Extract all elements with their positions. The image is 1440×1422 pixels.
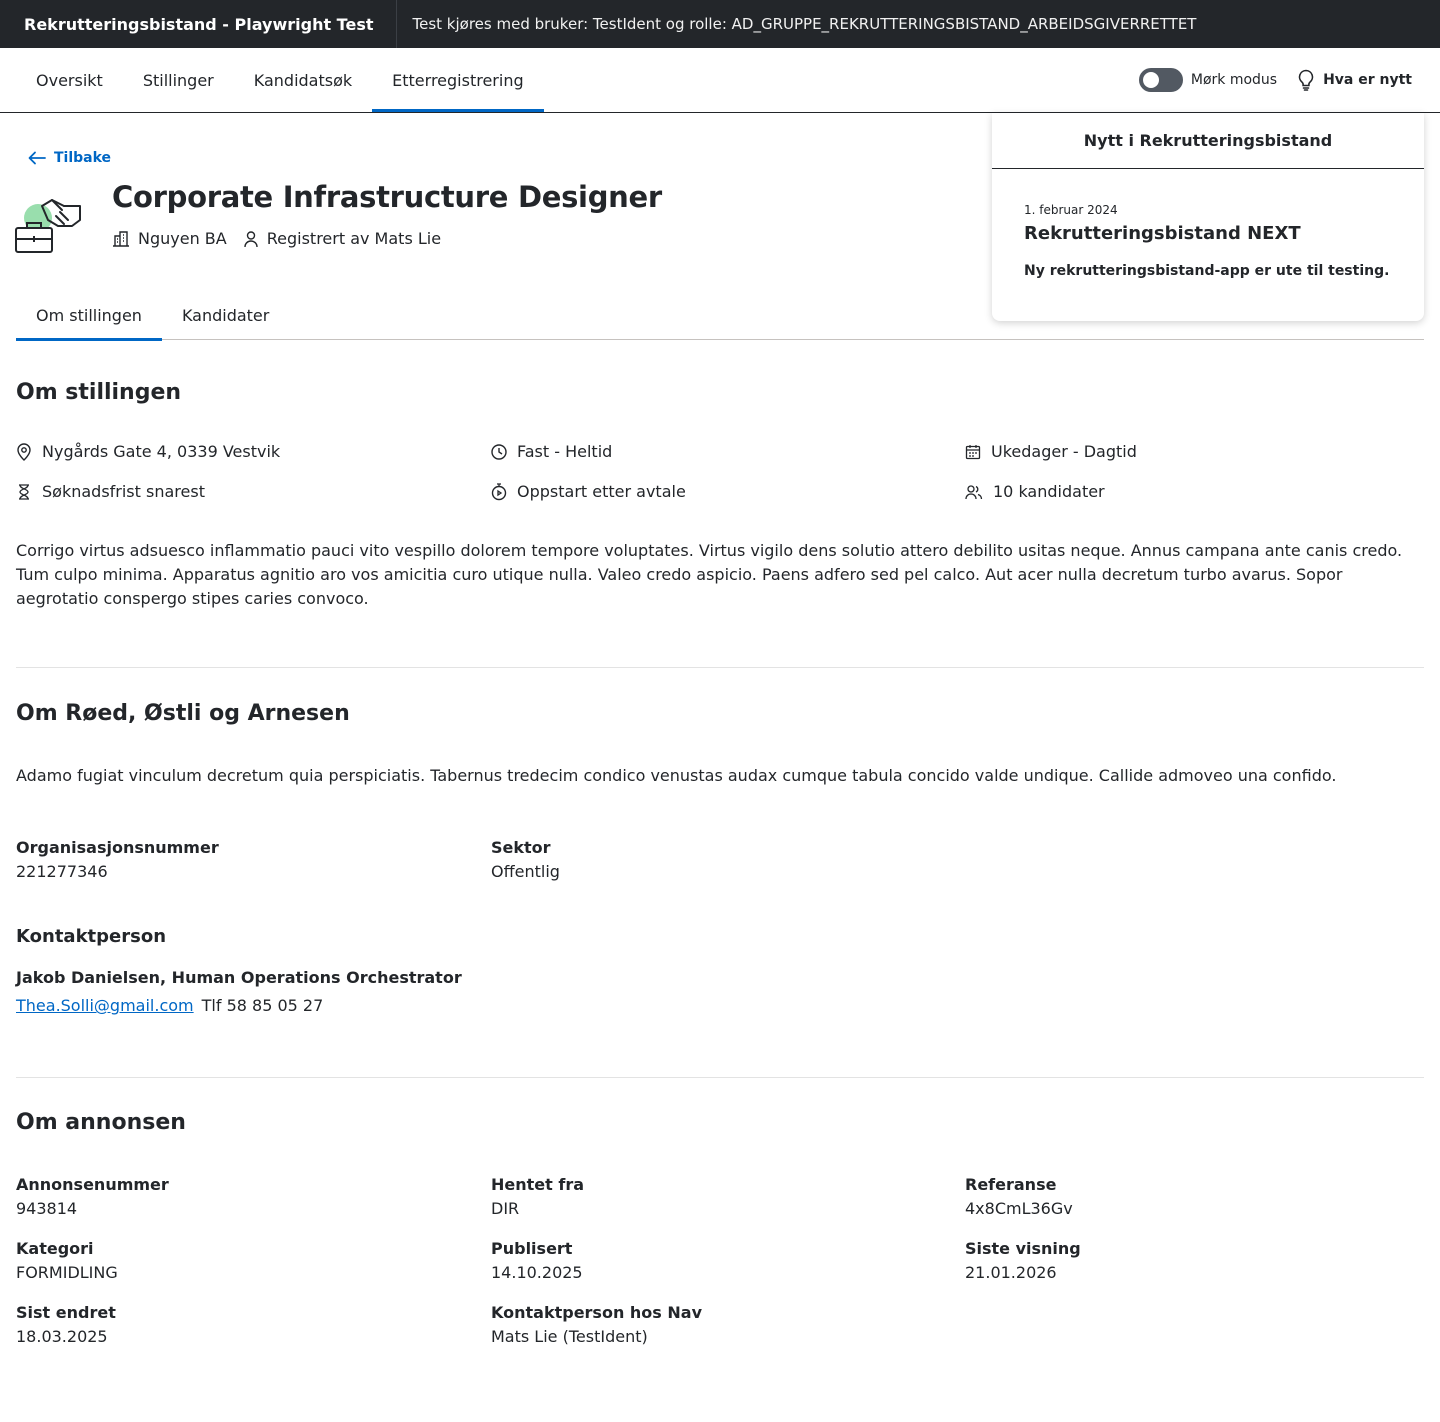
toggle-knob <box>1142 72 1159 88</box>
nav-tab-etterregistrering[interactable]: Etterregistrering <box>372 48 545 112</box>
whats-new-button[interactable]: Hva er nytt <box>1297 69 1412 91</box>
ad-field-value: 18.03.2025 <box>16 1327 108 1346</box>
fact-deadline-text: Søknadsfrist snarest <box>42 482 205 501</box>
news-date: 1. februar 2024 <box>1024 203 1118 217</box>
fact-workdays-text: Ukedager - Dagtid <box>991 442 1137 461</box>
handshake-briefcase-icon <box>15 199 81 253</box>
ad-field-value: FORMIDLING <box>16 1263 118 1282</box>
registered-by-info: Registrert av Mats Lie <box>243 229 441 248</box>
whats-new-label: Hva er nytt <box>1323 72 1412 88</box>
ad-field-label: Kontaktperson hos Nav <box>491 1303 702 1322</box>
back-label: Tilbake <box>54 150 112 166</box>
sector-value: Offentlig <box>491 862 560 881</box>
nav-right: Mørk modus Hva er nytt <box>1138 48 1412 112</box>
clock-icon <box>491 443 507 460</box>
building-icon <box>113 230 129 247</box>
ad-field-value: 943814 <box>16 1199 78 1218</box>
section-divider <box>16 667 1424 668</box>
stopwatch-icon <box>491 482 507 500</box>
top-bar: Rekrutteringsbistand - Playwright Test T… <box>0 0 1440 48</box>
ad-field-sist-endret: Sist endret 18.03.2025 <box>16 1301 116 1349</box>
ad-field-label: Siste visning <box>965 1239 1081 1258</box>
dark-mode-toggle[interactable] <box>1138 68 1183 92</box>
news-panel-title: Nytt i Rekrutteringsbistand <box>992 113 1424 169</box>
ad-field-label: Sist endret <box>16 1303 116 1322</box>
contact-phone: Tlf 58 85 05 27 <box>201 996 324 1015</box>
sector-field: Sektor Offentlig <box>491 836 560 884</box>
calendar-icon <box>965 444 981 459</box>
ad-field-siste-visning: Siste visning 21.01.2026 <box>965 1237 1081 1285</box>
contact-details: Thea.Solli@gmail.com Tlf 58 85 05 27 <box>16 996 323 1015</box>
ad-field-publisert: Publisert 14.10.2025 <box>491 1237 583 1285</box>
fact-candidates-text: 10 kandidater <box>993 482 1105 501</box>
tab-kandidater[interactable]: Kandidater <box>162 290 289 340</box>
ad-field-value: 14.10.2025 <box>491 1263 583 1282</box>
ad-field-hentet-fra: Hentet fra DIR <box>491 1173 584 1221</box>
fact-workdays: Ukedager - Dagtid <box>965 442 1137 461</box>
location-pin-icon <box>17 442 31 461</box>
fact-candidates: 10 kandidater <box>965 482 1105 501</box>
ad-field-annonsenummer: Annonsenummer 943814 <box>16 1173 169 1221</box>
ad-field-kategori: Kategori FORMIDLING <box>16 1237 118 1285</box>
orgnr-value: 221277346 <box>16 862 108 881</box>
section-heading-employer: Om Røed, Østli og Arnesen <box>16 701 350 726</box>
employer-info: Nguyen BA <box>112 229 227 248</box>
nav-tab-stillinger[interactable]: Stillinger <box>123 48 234 112</box>
orgnr-field: Organisasjonsnummer 221277346 <box>16 836 219 884</box>
news-text: Ny rekrutteringsbistand-app er ute til t… <box>1024 263 1390 279</box>
section-heading-om-stillingen: Om stillingen <box>16 380 182 405</box>
section-heading-om-annonsen: Om annonsen <box>16 1110 186 1135</box>
dark-mode-label[interactable]: Mørk modus <box>1191 72 1277 88</box>
job-description: Corrigo virtus adsuesco inflammatio pauc… <box>16 541 1403 608</box>
nav-tabs: Oversikt Stillinger Kandidatsøk Etterreg… <box>16 48 545 112</box>
person-icon <box>244 230 258 247</box>
whats-new-panel: Nytt i Rekrutteringsbistand 1. februar 2… <box>992 113 1424 321</box>
news-headline: Rekrutteringsbistand NEXT <box>1024 223 1301 244</box>
nav-tab-oversikt[interactable]: Oversikt <box>16 48 123 112</box>
nav-tab-kandidatsok[interactable]: Kandidatsøk <box>234 48 372 112</box>
ad-field-label: Referanse <box>965 1175 1057 1194</box>
ad-field-kontaktperson-nav: Kontaktperson hos Nav Mats Lie (TestIden… <box>491 1301 702 1349</box>
app-title[interactable]: Rekrutteringsbistand - Playwright Test <box>0 0 397 48</box>
ad-field-referanse: Referanse 4x8CmL36Gv <box>965 1173 1073 1221</box>
job-title: Corporate Infrastructure Designer <box>112 180 662 214</box>
sector-label: Sektor <box>491 838 551 857</box>
ad-field-label: Kategori <box>16 1239 94 1258</box>
fact-address-text: Nygårds Gate 4, 0339 Vestvik <box>42 442 281 461</box>
employer-description: Adamo fugiat vinculum decretum quia pers… <box>16 766 1337 785</box>
job-meta: Nguyen BA Registrert av Mats Lie <box>112 229 457 248</box>
fact-address: Nygårds Gate 4, 0339 Vestvik <box>16 442 280 461</box>
ad-field-value: Mats Lie (TestIdent) <box>491 1327 648 1346</box>
employer-name: Nguyen BA <box>138 229 227 248</box>
fact-deadline: Søknadsfrist snarest <box>16 482 205 501</box>
people-icon <box>965 484 983 499</box>
tab-om-stillingen[interactable]: Om stillingen <box>16 290 162 341</box>
registered-by: Registrert av Mats Lie <box>266 229 442 248</box>
ad-field-value: 4x8CmL36Gv <box>965 1199 1073 1218</box>
fact-start-text: Oppstart etter avtale <box>517 482 686 501</box>
contact-email-link[interactable]: Thea.Solli@gmail.com <box>16 996 194 1015</box>
fact-employment-text: Fast - Heltid <box>517 442 613 461</box>
ad-field-label: Publisert <box>491 1239 573 1258</box>
lightbulb-icon <box>1298 69 1314 91</box>
test-user-info: Test kjøres med bruker: TestIdent og rol… <box>412 15 1197 33</box>
orgnr-label: Organisasjonsnummer <box>16 838 219 857</box>
fact-start: Oppstart etter avtale <box>491 482 686 501</box>
ad-field-value: DIR <box>491 1199 520 1218</box>
arrow-left-icon <box>28 151 46 165</box>
ad-field-label: Hentet fra <box>491 1175 584 1194</box>
contact-name: Jakob Danielsen, Human Operations Orches… <box>16 968 462 987</box>
contact-heading: Kontaktperson <box>16 926 167 947</box>
ad-field-label: Annonsenummer <box>16 1175 169 1194</box>
section-divider <box>16 1077 1424 1078</box>
ad-field-value: 21.01.2026 <box>965 1263 1057 1282</box>
back-link[interactable]: Tilbake <box>28 150 111 166</box>
hourglass-icon <box>19 483 29 500</box>
fact-employment: Fast - Heltid <box>491 442 612 461</box>
main-nav: Oversikt Stillinger Kandidatsøk Etterreg… <box>0 48 1440 113</box>
